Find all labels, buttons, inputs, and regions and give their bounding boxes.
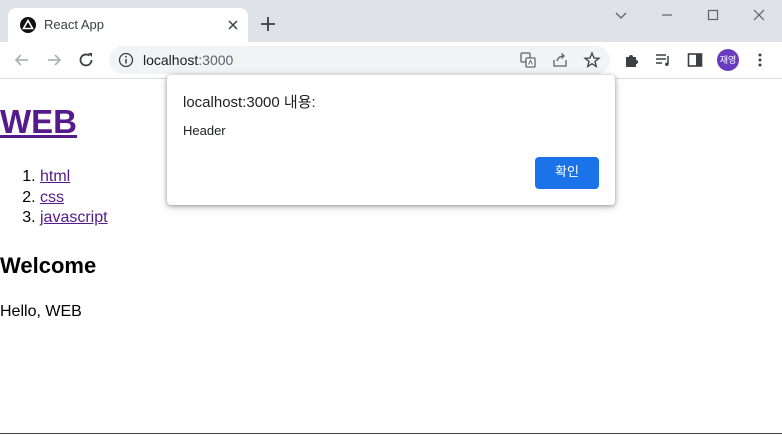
browser-tab[interactable]: React App [8,8,248,42]
translate-icon[interactable] [519,51,537,69]
tab-strip: React App [0,0,782,42]
side-panel-icon[interactable] [686,51,704,69]
profile-avatar[interactable]: 재영 [717,49,739,71]
article-body: Hello, WEB [0,303,82,320]
list-item: javascript [40,208,108,229]
list-item: html [40,167,108,188]
topic-list: html css javascript [0,167,108,229]
close-tab-icon[interactable] [224,16,242,34]
dialog-origin-text: localhost:3000 내용: [183,94,316,111]
tab-title: React App [44,17,104,32]
topic-link[interactable]: html [40,168,70,185]
window-bottom-border [0,433,782,434]
url-host: localhost [143,52,199,68]
forward-icon[interactable] [44,50,64,70]
alert-dialog: localhost:3000 내용: Header 확인 [167,75,615,205]
list-item: css [40,188,108,209]
url-text[interactable]: localhost:3000 [143,52,233,68]
maximize-icon[interactable] [704,6,722,24]
address-bar[interactable]: localhost:3000 [109,46,610,74]
reload-icon[interactable] [76,50,96,70]
extensions-icon[interactable] [623,51,641,69]
bookmark-star-icon[interactable] [583,51,601,69]
reading-list-icon[interactable] [654,51,672,69]
browser-toolbar: localhost:3000 재영 [0,42,782,79]
share-icon[interactable] [551,51,569,69]
tab-search-icon[interactable] [612,6,630,24]
react-app-icon [20,17,36,33]
menu-kebab-icon[interactable] [751,51,769,69]
info-icon[interactable] [118,52,134,68]
minimize-icon[interactable] [658,6,676,24]
topic-link[interactable]: javascript [40,209,108,226]
close-window-icon[interactable] [750,6,768,24]
url-port: :3000 [198,52,234,68]
article-title: Welcome [0,253,97,278]
back-icon[interactable] [12,50,32,70]
new-tab-icon[interactable] [258,14,278,34]
site-title-link[interactable]: WEB [0,103,77,141]
topic-link[interactable]: css [40,189,64,206]
ok-button[interactable]: 확인 [535,157,599,189]
dialog-message: Header [183,123,226,138]
